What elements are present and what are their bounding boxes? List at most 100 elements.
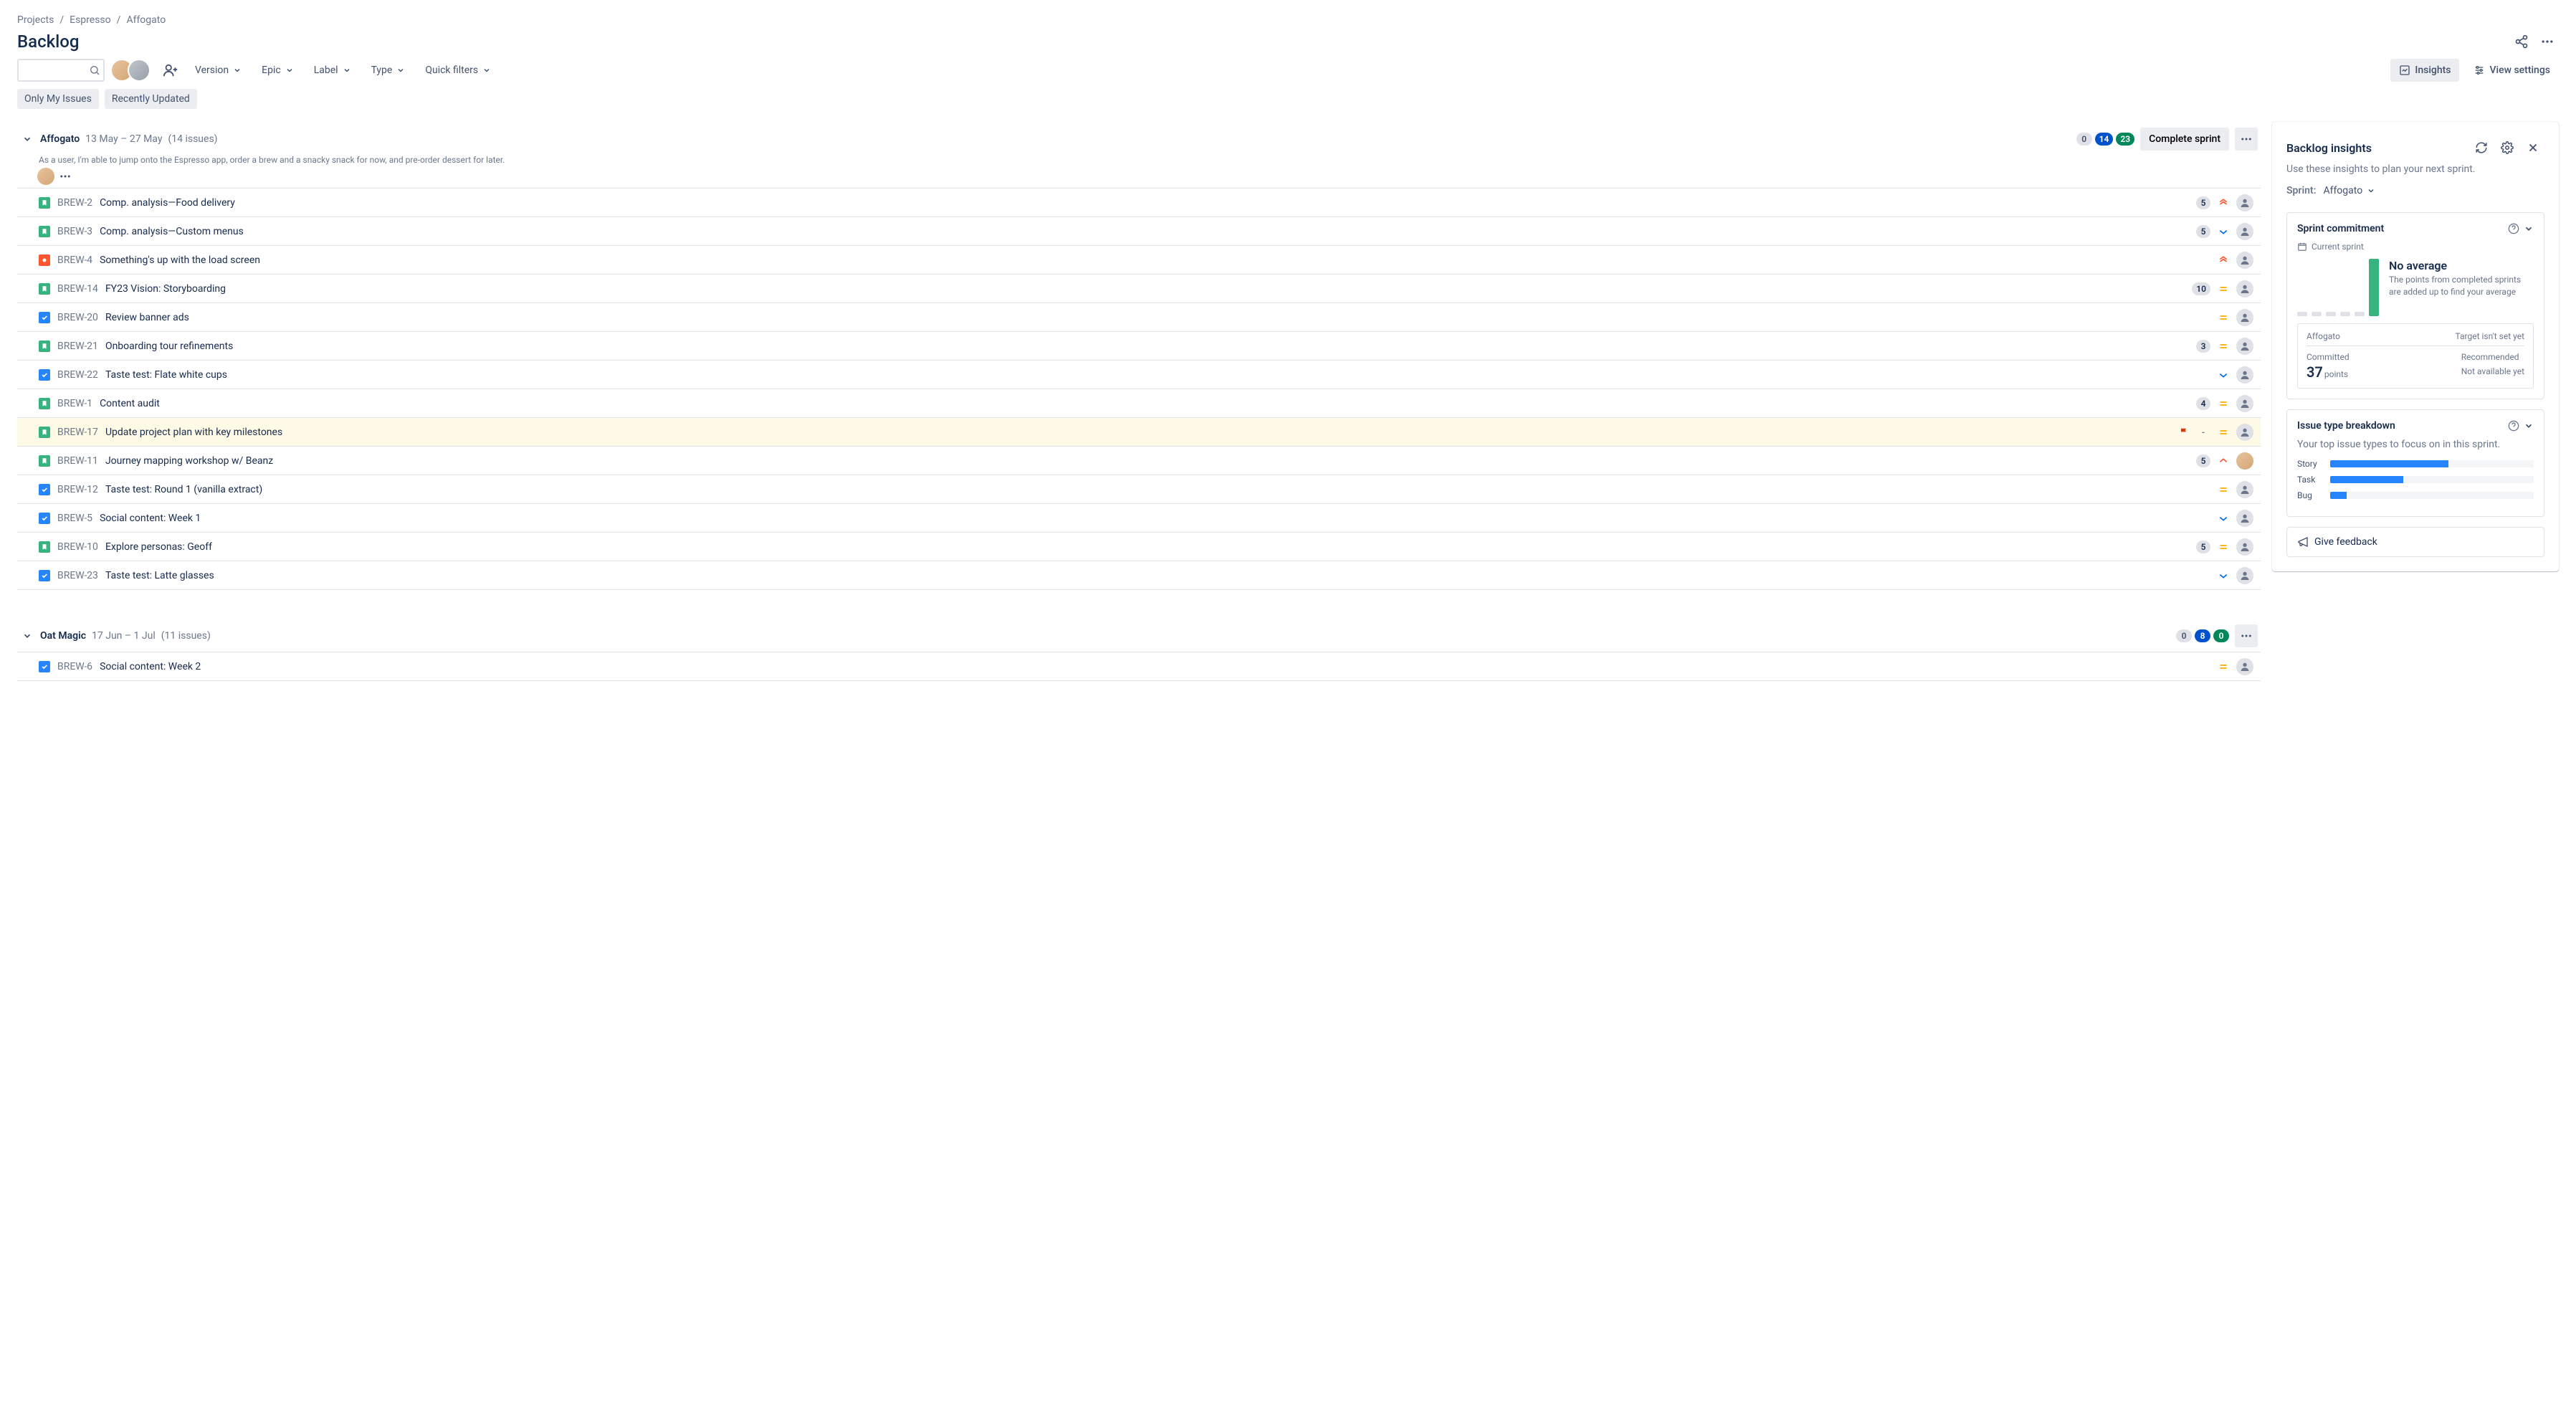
badge-done: 0 bbox=[2213, 629, 2229, 642]
breadcrumb-affogato[interactable]: Affogato bbox=[126, 14, 166, 26]
expand-button[interactable] bbox=[2524, 224, 2534, 234]
insights-button[interactable]: Insights bbox=[2390, 59, 2459, 82]
issue-row[interactable]: BREW-3Comp. analysis—Custom menus5 bbox=[17, 217, 2261, 246]
issue-row[interactable]: BREW-23Taste test: Latte glasses bbox=[17, 561, 2261, 590]
help-icon[interactable] bbox=[2508, 223, 2519, 234]
sprint-header: Oat Magic17 Jun – 1 Jul(11 issues)080 bbox=[17, 619, 2261, 652]
sprint-toggle[interactable] bbox=[20, 132, 34, 146]
unassigned-avatar[interactable] bbox=[2236, 395, 2253, 412]
issue-key: BREW-12 bbox=[57, 484, 98, 495]
unassigned-avatar[interactable] bbox=[2236, 510, 2253, 527]
breadcrumb-projects[interactable]: Projects bbox=[17, 14, 54, 26]
avatar[interactable] bbox=[128, 59, 151, 82]
story-icon bbox=[39, 283, 50, 295]
unassigned-avatar[interactable] bbox=[2236, 309, 2253, 326]
sprint-owner-avatar[interactable] bbox=[37, 168, 54, 185]
quick-filter-recent[interactable]: Recently Updated bbox=[105, 89, 197, 109]
unassigned-avatar[interactable] bbox=[2236, 538, 2253, 556]
more-actions-button[interactable] bbox=[2536, 30, 2559, 53]
help-icon[interactable] bbox=[2508, 420, 2519, 432]
label-filter-label: Label bbox=[314, 65, 338, 76]
unassigned-avatar[interactable] bbox=[2236, 658, 2253, 675]
unassigned-avatar[interactable] bbox=[2236, 366, 2253, 384]
give-feedback-button[interactable]: Give feedback bbox=[2286, 527, 2544, 557]
add-people-button[interactable] bbox=[159, 59, 182, 82]
unassigned-avatar[interactable] bbox=[2236, 252, 2253, 269]
share-button[interactable] bbox=[2510, 30, 2533, 53]
issue-row[interactable]: BREW-6Social content: Week 2 bbox=[17, 652, 2261, 681]
issue-summary: Social content: Week 2 bbox=[100, 661, 201, 672]
issue-row[interactable]: BREW-2Comp. analysis—Food delivery5 bbox=[17, 189, 2261, 217]
insights-subtitle: Use these insights to plan your next spr… bbox=[2286, 163, 2544, 175]
sprint-more-menu[interactable] bbox=[2235, 624, 2258, 647]
issue-row[interactable]: BREW-11Journey mapping workshop w/ Beanz… bbox=[17, 447, 2261, 475]
issue-summary: Something's up with the load screen bbox=[100, 254, 260, 266]
issue-row[interactable]: BREW-12Taste test: Round 1 (vanilla extr… bbox=[17, 475, 2261, 504]
add-people-icon bbox=[163, 62, 178, 78]
task-icon bbox=[39, 312, 50, 323]
label-filter[interactable]: Label bbox=[307, 59, 358, 82]
task-icon bbox=[39, 369, 50, 381]
priority-medium-icon bbox=[2218, 312, 2229, 323]
issue-row[interactable]: BREW-10Explore personas: Geoff5 bbox=[17, 533, 2261, 561]
unassigned-avatar[interactable] bbox=[2236, 280, 2253, 298]
unassigned-avatar[interactable] bbox=[2236, 424, 2253, 441]
share-icon bbox=[2514, 34, 2529, 49]
no-average-text: The points from completed sprints are ad… bbox=[2389, 274, 2534, 298]
issue-row[interactable]: BREW-1Content audit4 bbox=[17, 389, 2261, 418]
avatar-group bbox=[110, 59, 151, 82]
priority-highest-icon bbox=[2218, 254, 2229, 266]
view-settings-button[interactable]: View settings bbox=[2465, 59, 2559, 82]
epic-filter-label: Epic bbox=[262, 65, 281, 76]
issue-row[interactable]: BREW-17Update project plan with key mile… bbox=[17, 418, 2261, 447]
priority-medium-icon bbox=[2218, 541, 2229, 553]
unassigned-avatar[interactable] bbox=[2236, 567, 2253, 584]
estimate-badge: 3 bbox=[2196, 340, 2210, 353]
recommended-value: Not available yet bbox=[2461, 366, 2524, 376]
issue-row[interactable]: BREW-21Onboarding tour refinements3 bbox=[17, 332, 2261, 361]
issue-row[interactable]: BREW-22Taste test: Flate white cups bbox=[17, 361, 2261, 389]
sprint-more-menu[interactable] bbox=[2235, 128, 2258, 151]
breakdown-title: Issue type breakdown bbox=[2297, 420, 2504, 432]
calendar-icon bbox=[2297, 242, 2307, 252]
chevron-down-icon bbox=[233, 66, 242, 75]
insights-sprint-select[interactable]: Affogato bbox=[2320, 182, 2378, 199]
issue-row[interactable]: BREW-20Review banner ads bbox=[17, 303, 2261, 332]
megaphone-icon bbox=[2297, 536, 2309, 548]
sprint-actions-menu[interactable] bbox=[59, 170, 72, 183]
type-filter-label: Type bbox=[371, 65, 393, 76]
sprint-badges: 080 bbox=[2176, 629, 2229, 642]
quick-filter-only-my[interactable]: Only My Issues bbox=[17, 89, 99, 109]
quick-filters-dropdown[interactable]: Quick filters bbox=[418, 59, 498, 82]
insights-label: Insights bbox=[2415, 65, 2451, 76]
issue-key: BREW-23 bbox=[57, 570, 98, 581]
unassigned-avatar[interactable] bbox=[2236, 223, 2253, 240]
insights-title: Backlog insights bbox=[2286, 141, 2467, 155]
type-filter[interactable]: Type bbox=[364, 59, 413, 82]
unassigned-avatar[interactable] bbox=[2236, 338, 2253, 355]
issue-key: BREW-1 bbox=[57, 398, 92, 409]
story-icon bbox=[39, 197, 50, 209]
estimate-badge: 5 bbox=[2196, 541, 2210, 553]
assignee-avatar[interactable] bbox=[2236, 452, 2253, 470]
insights-close-button[interactable] bbox=[2522, 136, 2544, 159]
issue-summary: Onboarding tour refinements bbox=[105, 341, 233, 352]
issue-row[interactable]: BREW-14FY23 Vision: Storyboarding10 bbox=[17, 275, 2261, 303]
breadcrumb-espresso[interactable]: Espresso bbox=[70, 14, 111, 26]
version-filter[interactable]: Version bbox=[188, 59, 249, 82]
complete-sprint-button[interactable]: Complete sprint bbox=[2140, 128, 2229, 151]
expand-button[interactable] bbox=[2524, 421, 2534, 431]
sprint-toggle[interactable] bbox=[20, 629, 34, 643]
priority-medium-icon bbox=[2218, 283, 2229, 295]
unassigned-avatar[interactable] bbox=[2236, 194, 2253, 211]
unassigned-avatar[interactable] bbox=[2236, 481, 2253, 498]
insights-settings-button[interactable] bbox=[2496, 136, 2519, 159]
estimate-badge: 5 bbox=[2196, 455, 2210, 467]
committed-label: Committed bbox=[2307, 352, 2350, 362]
insights-refresh-button[interactable] bbox=[2470, 136, 2493, 159]
breakdown-bar bbox=[2330, 492, 2534, 499]
breakdown-bar bbox=[2330, 460, 2534, 467]
issue-row[interactable]: BREW-4Something's up with the load scree… bbox=[17, 246, 2261, 275]
issue-row[interactable]: BREW-5Social content: Week 1 bbox=[17, 504, 2261, 533]
epic-filter[interactable]: Epic bbox=[254, 59, 301, 82]
